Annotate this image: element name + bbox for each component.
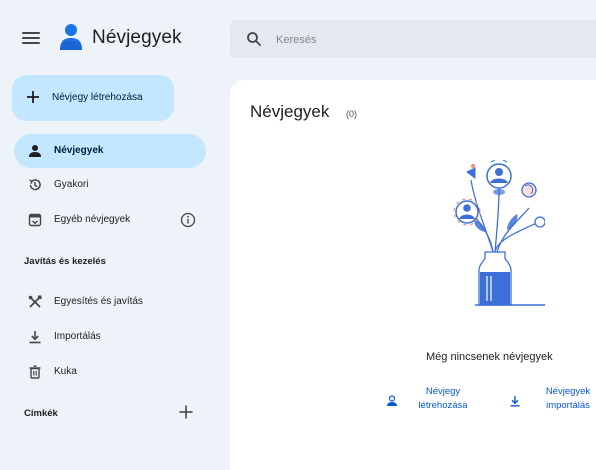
action-label-line1: Névjegyek [545,386,591,397]
page-title: Névjegyek [250,102,330,121]
sidebar-item-label: Egyesítés és javítás [54,296,143,307]
empty-state-message: Még nincsenek névjegyek [426,351,553,363]
import-contacts-action[interactable]: Névjegyek importálás [506,385,596,417]
sidebar-item-other-contacts[interactable]: Egyéb névjegyek [14,203,206,237]
sidebar-item-label: Importálás [54,331,101,342]
person-icon [29,145,41,157]
sidebar-item-contacts[interactable]: Névjegyek [14,134,206,168]
info-icon[interactable] [180,212,196,228]
action-label-line1: Névjegy [425,386,461,397]
history-icon [29,179,41,191]
search-input[interactable] [274,28,578,52]
download-icon [510,396,520,407]
sidebar-item-import[interactable]: Importálás [14,320,206,354]
create-contact-button[interactable]: Névjegy létrehozása [12,75,174,121]
search-icon[interactable] [246,31,262,47]
plus-icon [27,91,39,103]
sidebar-item-label: Egyéb névjegyek [54,214,131,225]
contacts-logo-icon [60,24,82,50]
person-add-icon [387,395,397,406]
sidebar-item-trash[interactable]: Kuka [14,355,206,389]
sidebar-item-label: Kuka [54,366,77,377]
trash-icon [29,365,41,379]
action-label-line2: létrehozása [418,400,468,411]
import-contacts-action-label: Névjegyek importálás [536,385,596,413]
download-icon [29,331,41,344]
section-heading-fix-manage: Javítás és kezelés [24,256,106,267]
add-label-plus-icon[interactable] [178,404,194,420]
top-bar: Névjegyek [0,0,596,80]
inbox-icon [28,213,42,227]
create-contact-action[interactable]: Névjegy létrehozása [382,385,492,417]
empty-state-illustration [453,160,545,306]
action-label-line2: importálás [546,400,590,411]
create-contact-action-label: Névjegy létrehozása [408,385,478,413]
sidebar-item-frequent[interactable]: Gyakori [14,168,206,202]
search-bar[interactable] [230,20,596,58]
main-panel: Névjegyek (0) Még nincsenek névjegyek Né… [230,80,596,470]
sidebar-item-merge-fix[interactable]: Egyesítés és javítás [14,285,206,319]
sidebar-item-label: Névjegyek [54,145,104,156]
contact-count: (0) [346,109,357,119]
sidebar-item-label: Gyakori [54,179,89,190]
app-title: Névjegyek [92,27,182,48]
tools-icon [28,295,42,308]
hamburger-menu-icon[interactable] [22,29,40,45]
section-heading-labels: Címkék [24,408,58,419]
create-contact-label: Névjegy létrehozása [52,92,143,103]
